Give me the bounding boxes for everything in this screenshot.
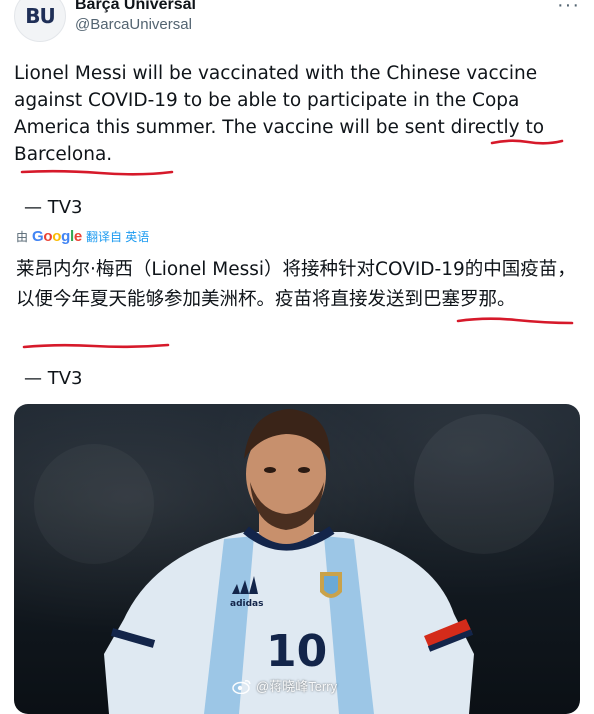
watermark-text: @蒋晓峰Terry [256,679,338,694]
translate-source-link[interactable]: 翻译自 英语 [86,228,149,245]
weibo-icon [232,679,251,694]
tweet-text-zh: 莱昂内尔·梅西（Lionel Messi）将接种针对COVID-19的中国疫苗，… [16,259,576,310]
tweet-media-photo[interactable]: adidas 10 [14,404,580,714]
google-logo[interactable]: Google [32,228,82,245]
avatar-logo-text: BU [25,4,56,28]
more-icon[interactable]: ··· [557,0,580,17]
source-attribution-zh: — TV3 [24,368,83,389]
translated-by-prefix: 由 [16,230,29,244]
handle[interactable]: @BarcaUniversal [75,16,192,33]
shirt-brand: adidas [230,599,263,609]
jersey-number: 10 [266,626,327,677]
annotation-underline-barcelona [20,169,174,176]
annotation-underline-zh-2 [22,343,170,349]
source-attribution-en: — TV3 [24,197,83,218]
translated-by: 由 Google 翻译自 英语 [16,228,149,245]
avatar[interactable]: BU [14,0,66,42]
tweet-text-en: Lionel Messi will be vaccinated with the… [14,63,545,165]
display-name[interactable]: Barça Universal [75,0,196,14]
player-illustration: adidas 10 [34,409,554,714]
weibo-watermark: @蒋晓峰Terry [232,676,337,695]
annotation-underline-zh-1 [456,317,574,325]
